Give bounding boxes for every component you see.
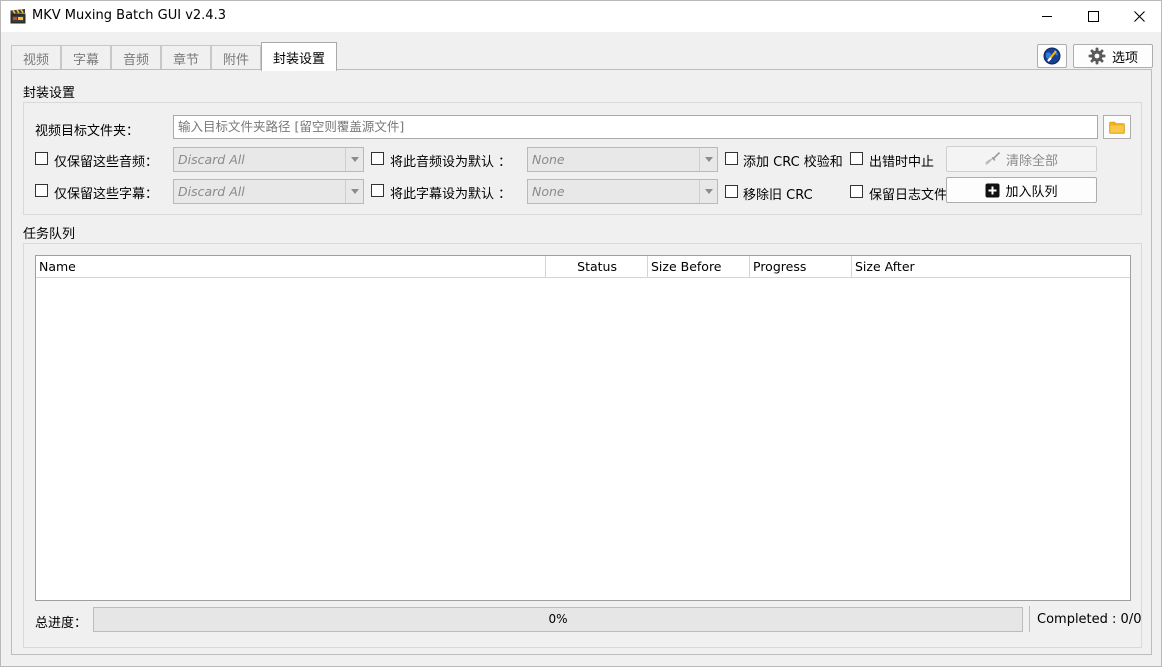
options-button[interactable]: 选项 (1073, 44, 1153, 68)
keep-subtitles-label: 仅保留这些字幕： (54, 187, 159, 202)
tab-subtitles[interactable]: 字幕 (61, 45, 111, 70)
queue-group: Name Status Size Before Progress Size Af… (23, 243, 1142, 648)
minimize-icon (1041, 16, 1052, 17)
abort-on-error-label: 出错时中止 (869, 155, 935, 170)
language-button[interactable] (1037, 44, 1067, 68)
chevron-down-icon (345, 148, 363, 171)
footer-separator (1029, 606, 1030, 632)
total-progress-bar: 0% (93, 607, 1023, 632)
options-label: 选项 (1111, 50, 1138, 66)
close-button[interactable] (1116, 1, 1162, 32)
queue-title: 任务队列 (23, 227, 76, 242)
default-audio-select-value: None (532, 152, 565, 167)
keep-subtitles-checkbox[interactable] (35, 184, 48, 197)
chevron-down-icon (345, 180, 363, 203)
chevron-down-icon (699, 180, 717, 203)
total-progress-text: 0% (548, 612, 568, 626)
tab-mux-settings[interactable]: 封装设置 (261, 42, 337, 71)
default-subtitles-select-value: None (532, 184, 565, 199)
output-folder-label: 视频目标文件夹： (35, 124, 140, 139)
keep-audio-select-value: Discard All (178, 152, 245, 167)
add-to-queue-label: 加入队列 (1005, 184, 1058, 200)
window-title: MKV Muxing Batch GUI v2.4.3 (32, 8, 226, 23)
default-audio-label: 将此音频设为默认 ： (390, 155, 512, 170)
remove-crc-label: 移除旧 CRC (743, 188, 813, 203)
tab-chapters[interactable]: 章节 (161, 45, 211, 70)
clear-all-button[interactable]: 清除全部 (946, 146, 1097, 172)
output-folder-input[interactable]: 输入目标文件夹路径 [留空则覆盖源文件] (173, 115, 1098, 139)
completed-count: Completed : 0/0 (1037, 612, 1142, 627)
remove-crc-checkbox[interactable] (725, 185, 738, 198)
minimize-button[interactable] (1024, 1, 1070, 32)
queue-table[interactable]: Name Status Size Before Progress Size Af… (35, 255, 1131, 601)
default-subtitles-select[interactable]: None (527, 179, 718, 204)
clapperboard-icon (10, 9, 26, 24)
broom-icon (985, 152, 1001, 165)
keep-log-checkbox[interactable] (850, 185, 863, 198)
tab-audio[interactable]: 音频 (111, 45, 161, 70)
tab-attachments[interactable]: 附件 (211, 45, 261, 70)
mux-settings-group: 视频目标文件夹： 输入目标文件夹路径 [留空则覆盖源文件] 仅保留这些音频： D… (23, 102, 1142, 215)
keep-audio-select[interactable]: Discard All (173, 147, 364, 172)
column-header-status[interactable]: Status (546, 256, 648, 278)
add-to-queue-button[interactable]: 加入队列 (946, 177, 1097, 203)
add-crc-label: 添加 CRC 校验和 (743, 155, 843, 170)
mux-settings-panel: 封装设置 视频目标文件夹： 输入目标文件夹路径 [留空则覆盖源文件] 仅保留这些… (11, 69, 1152, 655)
chevron-down-icon (699, 148, 717, 171)
column-header-progress[interactable]: Progress (750, 256, 852, 278)
browse-folder-button[interactable] (1103, 115, 1131, 139)
total-progress-label: 总进度： (35, 616, 88, 631)
app-window: MKV Muxing Batch GUI v2.4.3 视频 字幕 音频 章节 … (0, 0, 1162, 667)
add-square-icon (985, 183, 1000, 197)
folder-icon (1109, 121, 1125, 134)
keep-log-label: 保留日志文件 (869, 188, 948, 203)
default-subtitles-checkbox[interactable] (371, 184, 384, 197)
keep-subtitles-select-value: Discard All (178, 184, 245, 199)
close-icon (1133, 11, 1145, 22)
add-crc-checkbox[interactable] (725, 152, 738, 165)
title-bar[interactable]: MKV Muxing Batch GUI v2.4.3 (1, 1, 1161, 32)
gear-icon (1088, 47, 1106, 65)
globe-icon (1043, 47, 1061, 65)
keep-audio-label: 仅保留这些音频： (54, 155, 159, 170)
tab-video[interactable]: 视频 (11, 45, 61, 70)
keep-audio-checkbox[interactable] (35, 152, 48, 165)
keep-subtitles-select[interactable]: Discard All (173, 179, 364, 204)
default-audio-checkbox[interactable] (371, 152, 384, 165)
maximize-button[interactable] (1070, 1, 1116, 32)
clear-all-label: 清除全部 (1005, 153, 1058, 169)
default-subtitles-label: 将此字幕设为默认 ： (390, 187, 512, 202)
mux-settings-title: 封装设置 (23, 86, 76, 101)
maximize-icon (1087, 11, 1099, 22)
column-header-size-before[interactable]: Size Before (648, 256, 750, 278)
queue-table-header: Name Status Size Before Progress Size Af… (36, 256, 1130, 278)
abort-on-error-checkbox[interactable] (850, 152, 863, 165)
default-audio-select[interactable]: None (527, 147, 718, 172)
column-header-size-after[interactable]: Size After (852, 256, 1130, 278)
column-header-name[interactable]: Name (36, 256, 546, 278)
